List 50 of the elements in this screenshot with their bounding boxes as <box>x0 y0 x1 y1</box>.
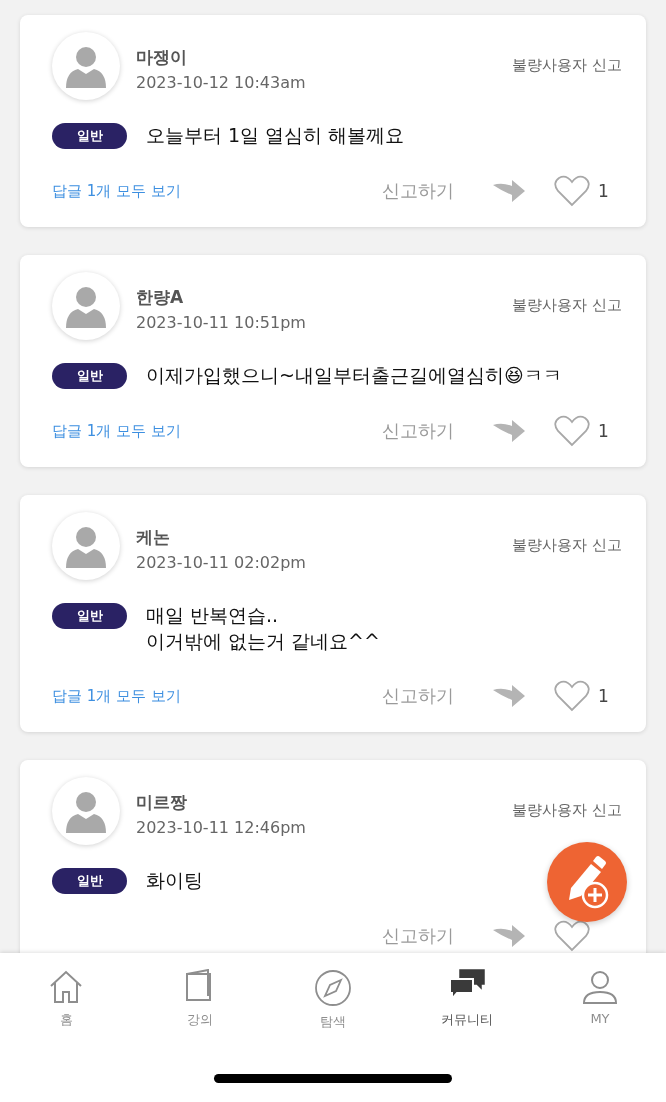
like-count: 1 <box>598 181 610 201</box>
like-count: 1 <box>598 686 610 706</box>
share-icon[interactable] <box>492 924 526 948</box>
author-name: 한량A <box>136 286 185 309</box>
category-badge: 일반 <box>52 363 127 389</box>
nav-tab[interactable]: 커뮤니티 <box>428 969 505 1031</box>
nav-tab[interactable]: MY <box>562 969 638 1031</box>
report-link[interactable]: 신고하기 <box>382 419 454 443</box>
report-user-link[interactable]: 불량사용자 신고 <box>512 296 622 315</box>
report-link[interactable]: 신고하기 <box>382 684 454 708</box>
post-time: 2023-10-11 02:02pm <box>136 553 306 572</box>
report-link[interactable]: 신고하기 <box>382 179 454 203</box>
share-icon[interactable] <box>492 179 526 203</box>
avatar-icon <box>52 512 120 580</box>
author-name: 마쟁이 <box>136 46 188 69</box>
replies-link[interactable]: 답글 1개 모두 보기 <box>52 421 181 441</box>
nav-tab[interactable]: 탐색 <box>295 969 371 1031</box>
replies-link[interactable]: 답글 1개 모두 보기 <box>52 181 181 201</box>
avatar-icon <box>52 777 120 845</box>
report-user-link[interactable]: 불량사용자 신고 <box>512 56 622 75</box>
nav-tab[interactable]: 홈 <box>28 969 104 1031</box>
like-count: 1 <box>598 421 610 441</box>
heart-icon[interactable] <box>554 415 590 447</box>
heart-icon[interactable] <box>554 920 590 952</box>
share-icon[interactable] <box>492 419 526 443</box>
report-link[interactable]: 신고하기 <box>382 924 454 948</box>
nav-tab[interactable]: 강의 <box>161 969 238 1031</box>
post-text: 오늘부터 1일 열심히 해볼께요 <box>146 123 405 148</box>
compass-icon <box>314 969 352 1007</box>
person-icon <box>582 969 618 1005</box>
report-user-link[interactable]: 불량사용자 신고 <box>512 801 622 820</box>
category-badge: 일반 <box>52 123 127 149</box>
replies-link[interactable]: 답글 1개 모두 보기 <box>52 686 181 706</box>
post-time: 2023-10-11 10:51pm <box>136 313 306 332</box>
category-badge: 일반 <box>52 868 127 894</box>
post-text: 화이팅 <box>146 868 203 893</box>
share-icon[interactable] <box>492 684 526 708</box>
heart-icon[interactable] <box>554 175 590 207</box>
author-name: 미르짱 <box>136 791 188 814</box>
heart-icon[interactable] <box>554 680 590 712</box>
home-icon <box>48 969 84 1005</box>
post-time: 2023-10-12 10:43am <box>136 73 306 92</box>
author-name: 케논 <box>136 526 171 549</box>
post-text: 이제가입했으니~내일부터출근길에열심히😆ㅋㅋ <box>146 363 562 388</box>
category-badge: 일반 <box>52 603 127 629</box>
post-time: 2023-10-11 12:46pm <box>136 818 306 837</box>
post-text: 매일 반복연습.. 이거밖에 없는거 같네요^^ <box>146 603 380 654</box>
avatar-icon <box>52 32 120 100</box>
avatar-icon <box>52 272 120 340</box>
report-user-link[interactable]: 불량사용자 신고 <box>512 536 622 555</box>
